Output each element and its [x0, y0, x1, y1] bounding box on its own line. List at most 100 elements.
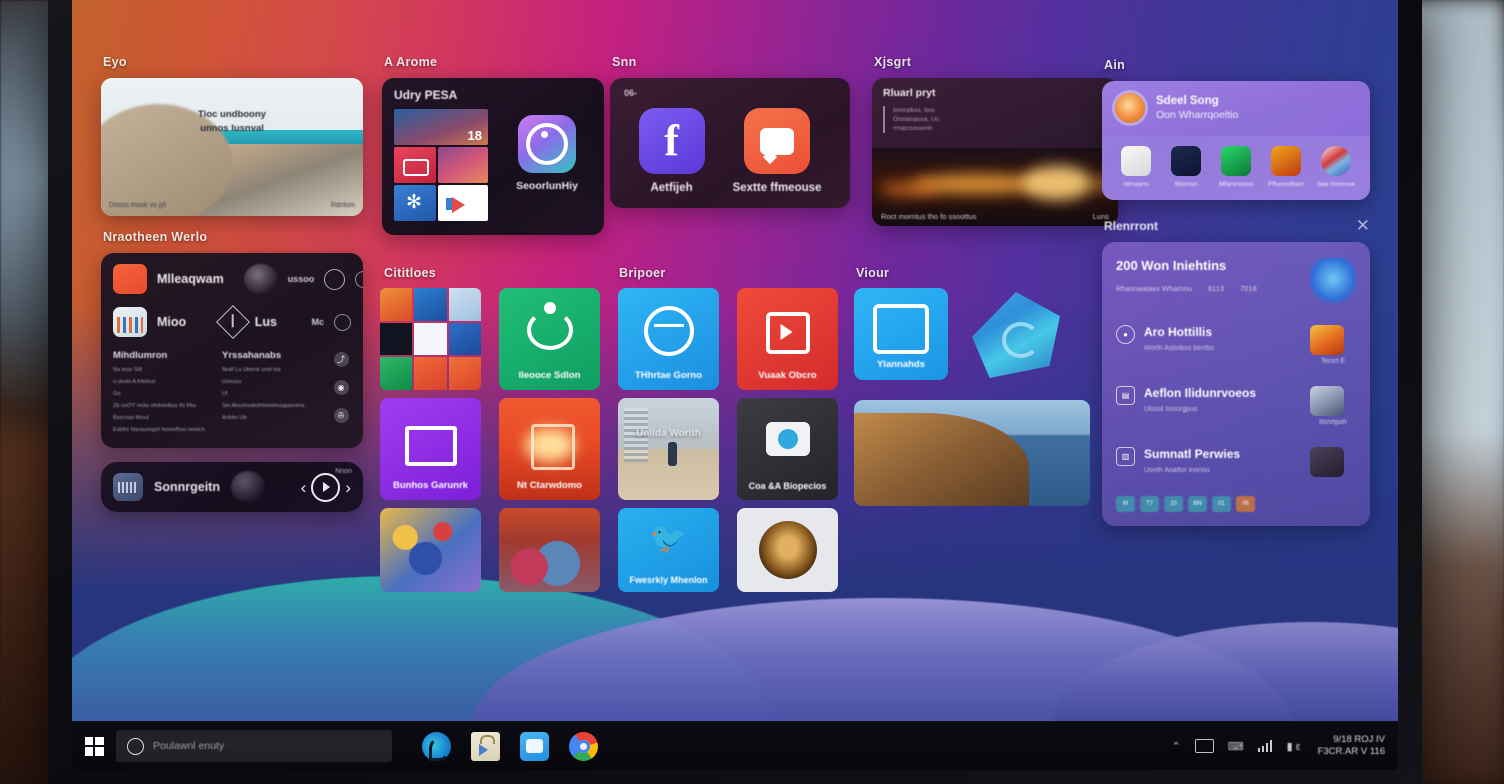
news-card[interactable]: Rluarl pryt Imnralkss, bos Ooslanassa, U…	[872, 78, 1118, 226]
tile-twitter[interactable]: 🐦 Fwesrkly Mhenlon	[618, 508, 719, 592]
tile-bread-photo[interactable]	[737, 508, 838, 592]
list-item[interactable]: Uoousu	[222, 378, 317, 386]
info-row-one-name: Mlleaqwam	[157, 272, 224, 286]
keyboard-icon[interactable]: ⌨	[1228, 740, 1244, 753]
tile-video[interactable]: Vuaak Obcro	[737, 288, 838, 390]
live-tiles-title: Udry PESA	[394, 88, 458, 102]
featured-photo-card[interactable]: Tioc undboony unnos lusnval Dooss mosk v…	[101, 78, 363, 216]
info-row-two[interactable]: Mioo Lus Mc	[113, 305, 352, 339]
app-shortcut[interactable]: Pfluunsthazr	[1264, 146, 1308, 188]
tile-messages[interactable]: Ileooce Sdlon	[499, 288, 600, 390]
chip[interactable]: BN	[1188, 496, 1207, 512]
chip[interactable]: T7	[1140, 496, 1159, 512]
social-app-item[interactable]: f Aetfijeh	[638, 108, 705, 194]
app-shortcut[interactable]: Mfamrsteso	[1214, 146, 1258, 188]
list-item[interactable]: Esbthr Naraunnget homefhou nootch	[113, 426, 208, 434]
recent-hero-meta-c: 7018	[1240, 284, 1257, 293]
list-item[interactable]: Anblm Ub	[222, 414, 317, 422]
share-icon[interactable]: ⤴	[333, 352, 349, 367]
recent-item-right: Itonrtpoh	[1310, 386, 1356, 426]
list-item[interactable]: ▤ Aeflon Ilidunrvoeos Ulssof Iissorgpus …	[1116, 386, 1356, 426]
tile-gem[interactable]	[964, 288, 1070, 382]
chip[interactable]: 01	[1212, 496, 1231, 512]
dial-knob-small-icon[interactable]	[355, 270, 363, 288]
dial-knob-icon[interactable]	[324, 268, 346, 290]
list-item[interactable]: Go	[113, 390, 208, 398]
tile-crowd-photo[interactable]	[499, 508, 600, 592]
info-row-one[interactable]: Mlleaqwam ussoo	[113, 264, 363, 294]
tile-vault[interactable]: Ylannahds	[854, 288, 948, 380]
tile-mosaic-photo[interactable]	[380, 508, 481, 592]
recent-item-name: Sumnatl Perwies	[1144, 447, 1241, 461]
search-input[interactable]: Poulawnl enuty	[116, 730, 392, 762]
tile-weather[interactable]	[394, 185, 436, 221]
social-app-item[interactable]: Sextte ffmeouse	[733, 108, 821, 194]
tile-cliff-photo[interactable]	[854, 400, 1090, 506]
list-item[interactable]: ▥ Sumnatl Perwies Uonth Aoattor inonou	[1116, 447, 1356, 480]
media-tag: Nnon	[335, 468, 352, 475]
edge-icon[interactable]	[422, 731, 451, 761]
tile-mini-grid[interactable]	[380, 288, 481, 390]
featured-app[interactable]: SeoorlunHiy	[502, 109, 592, 192]
close-icon[interactable]: ✕	[1356, 217, 1370, 234]
news-card-head: Rluarl pryt Imnralkss, bos Ooslanassa, U…	[872, 78, 1118, 133]
social-app-label: Aetfijeh	[650, 182, 693, 194]
mini-word-icon	[448, 322, 481, 356]
tile-news[interactable]	[394, 109, 488, 145]
list-item[interactable]: u ukots A fritobus	[113, 378, 208, 386]
chrome-icon[interactable]	[569, 731, 598, 761]
list-item[interactable]: Nrafl Lu Uberst unel tns	[222, 366, 317, 374]
music-card[interactable]: Sdeel Song Oon Wharrqoeltio Idrnaans Wor…	[1102, 81, 1370, 200]
list-item[interactable]: Bsscnas lihoul	[113, 414, 208, 422]
news-quote: Imnralkss, bos Ooslanassa, Uo rrnaccusoo…	[883, 106, 1107, 133]
play-button[interactable]	[311, 472, 341, 502]
live-tiles-card: Udry PESA SeoorlunHiy	[382, 78, 604, 235]
facebook-icon: f	[638, 108, 705, 174]
media-album-icon	[113, 473, 143, 501]
battery-icon[interactable]	[1194, 739, 1214, 753]
tile-desert-photo[interactable]: Unllda Worlth	[618, 398, 719, 500]
tile-camera[interactable]: Coa &A Biopecios	[737, 398, 838, 500]
tile-mail[interactable]	[394, 147, 436, 183]
teams-icon[interactable]	[520, 731, 549, 761]
recent-item-text: Sumnatl Perwies Uonth Aoattor inonou	[1144, 447, 1240, 474]
app-shortcut[interactable]: Idrnaans	[1114, 146, 1158, 188]
photo-title: Tioc undboony unnos lusnval	[101, 108, 363, 136]
app-shortcut[interactable]: Worrtsn	[1164, 146, 1208, 188]
list-item[interactable]: Sei Ahsohsabshtsmshosgusroms	[222, 402, 317, 410]
tile-grid-right: Ylannahds	[854, 288, 1114, 506]
store-icon[interactable]	[471, 731, 500, 761]
clock[interactable]: 9/18 ROJ IV F3CR.AR V 116	[1315, 734, 1385, 758]
previous-track-button[interactable]: ‹	[301, 479, 307, 496]
stamp-icon[interactable]: ✇	[333, 408, 349, 423]
tile-store[interactable]	[438, 185, 488, 221]
disc-icon: ●	[1116, 325, 1135, 344]
media-player-card[interactable]: Sonnrgeitn ‹ › Nnon	[101, 462, 363, 512]
tile-smile[interactable]: THhrtae Gorno	[618, 288, 719, 390]
volume-icon[interactable]: ▮ ε	[1287, 740, 1301, 753]
list-item[interactable]: Uf	[222, 390, 317, 398]
bread-thumb	[758, 521, 817, 579]
chip[interactable]: 10	[1164, 496, 1183, 512]
news-quote-line: Imnralkss, bos	[893, 107, 935, 114]
app-shortcut[interactable]: Ilaw fosresse	[1314, 146, 1358, 188]
mini-code-icon	[380, 322, 413, 356]
next-track-button[interactable]: ›	[345, 479, 351, 496]
record-icon[interactable]: ◉	[333, 380, 349, 395]
book-icon	[404, 426, 457, 466]
tile-book[interactable]: Bunhos Garunrk	[380, 398, 481, 500]
list-item[interactable]: ● Aro Hottillis Worth Asbobos benttio Te…	[1116, 325, 1356, 365]
list-item[interactable]: Na tous Stif	[113, 366, 208, 374]
photo-title-line2: unnos lusnval	[200, 123, 264, 134]
tile-photos[interactable]	[438, 147, 488, 183]
chevron-up-icon[interactable]: ⌃	[1171, 740, 1180, 753]
list-item[interactable]: Zb ooOY mots ohdotolbss tfs frbu	[113, 402, 208, 410]
recent-hero[interactable]: 200 Won Iniehtins Rhasnaataxs Whamnu 611…	[1116, 258, 1356, 304]
chip[interactable]: 06	[1236, 496, 1255, 512]
tile-sunset-photo[interactable]: Nt Ctarwdomo	[499, 398, 600, 500]
opera-app-icon	[1321, 146, 1351, 176]
wifi-icon[interactable]	[1257, 740, 1273, 752]
start-button[interactable]	[72, 722, 116, 770]
chip[interactable]: M	[1116, 496, 1135, 512]
dial-knob-small-icon-2[interactable]	[334, 313, 352, 331]
